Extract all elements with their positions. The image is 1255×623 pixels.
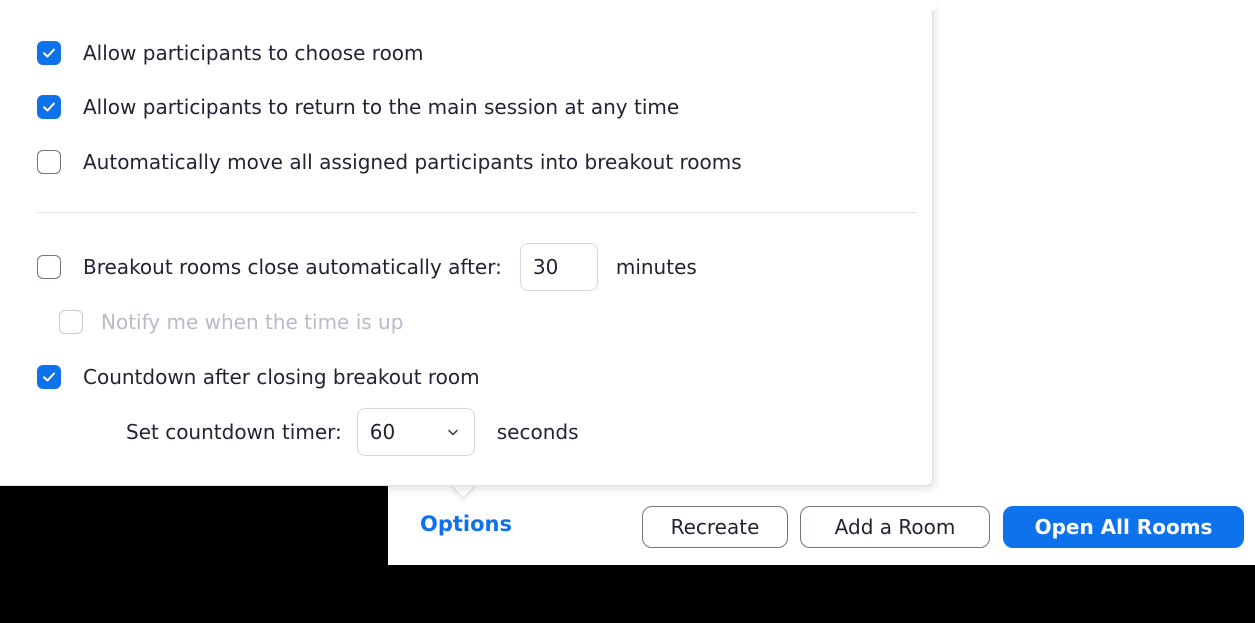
countdown-timer-label: Set countdown timer: — [126, 420, 342, 444]
option-notify: Notify me when the time is up — [59, 310, 403, 334]
popover-pointer-cover — [448, 470, 478, 484]
option-label: Automatically move all assigned particip… — [83, 150, 742, 174]
countdown-timer-value: 60 — [369, 420, 396, 444]
recreate-button[interactable]: Recreate — [642, 506, 788, 548]
option-auto-close[interactable]: Breakout rooms close automatically after… — [37, 243, 697, 291]
countdown-timer-row: Set countdown timer: 60 seconds — [126, 408, 579, 456]
option-label: Notify me when the time is up — [101, 310, 404, 334]
check-icon — [43, 372, 55, 382]
checkbox-allow-choose-room[interactable] — [37, 41, 61, 65]
minutes-input[interactable]: 30 — [519, 243, 598, 291]
option-label: Countdown after closing breakout room — [83, 365, 480, 389]
checkbox-auto-move[interactable] — [37, 150, 61, 174]
check-icon — [43, 102, 55, 112]
checkbox-auto-close[interactable] — [37, 255, 61, 279]
minutes-unit-label: minutes — [615, 255, 697, 279]
countdown-timer-select[interactable]: 60 — [356, 408, 475, 456]
countdown-unit-label: seconds — [496, 420, 579, 444]
option-allow-choose-room[interactable]: Allow participants to choose room — [37, 41, 424, 65]
popover-corner — [930, 0, 936, 10]
option-label: Allow participants to return to the main… — [83, 95, 680, 119]
option-label: Allow participants to choose room — [83, 41, 424, 65]
option-auto-move[interactable]: Automatically move all assigned particip… — [37, 150, 742, 174]
options-button[interactable]: Options — [420, 512, 512, 536]
checkbox-allow-return-main[interactable] — [37, 95, 61, 119]
chevron-down-icon — [446, 425, 460, 439]
open-all-rooms-button[interactable]: Open All Rooms — [1003, 506, 1244, 548]
option-countdown[interactable]: Countdown after closing breakout room — [37, 365, 480, 389]
checkbox-countdown[interactable] — [37, 365, 61, 389]
option-allow-return-main[interactable]: Allow participants to return to the main… — [37, 95, 679, 119]
check-icon — [43, 48, 55, 58]
add-room-button[interactable]: Add a Room — [800, 506, 990, 548]
checkbox-notify — [59, 310, 83, 334]
options-divider — [37, 212, 917, 213]
option-label: Breakout rooms close automatically after… — [83, 255, 502, 279]
popover-top-edge — [0, 0, 931, 10]
